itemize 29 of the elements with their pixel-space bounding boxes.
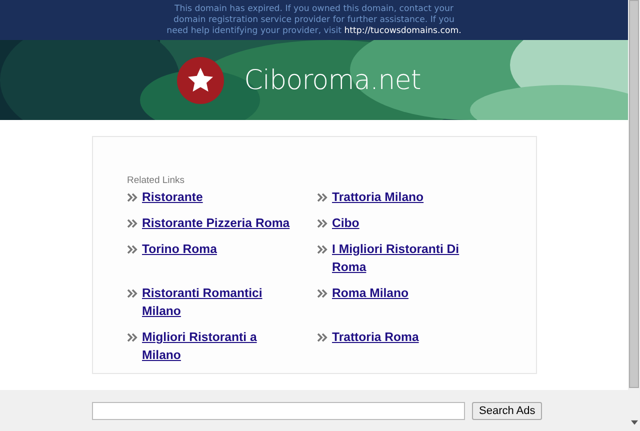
section-heading: Related Links [127, 175, 186, 186]
related-link[interactable]: Torino Roma [142, 240, 217, 258]
site-title: Ciboroma.net [244, 64, 421, 96]
related-link[interactable]: Migliori Ristoranti a Milano [142, 328, 292, 364]
scrollbar[interactable] [628, 0, 640, 431]
search-ads-button[interactable]: Search Ads [472, 402, 542, 420]
related-link[interactable]: Trattoria Roma [332, 328, 419, 346]
star-logo-icon [177, 56, 224, 104]
double-chevron-icon [127, 219, 138, 228]
related-link[interactable]: Ristorante [142, 188, 203, 206]
double-chevron-icon [127, 245, 138, 254]
expiry-notice: This domain has expired. If you owned this domain, contact your domain registration service provider for further assistance. If you need help identifying your provider, visit http://tucowsdomains.com. [166, 4, 462, 36]
double-chevron-icon [317, 289, 328, 298]
search-field[interactable] [92, 402, 465, 420]
double-chevron-icon [317, 193, 328, 202]
double-chevron-icon [317, 245, 328, 254]
double-chevron-icon [127, 289, 138, 298]
double-chevron-icon [127, 193, 138, 202]
related-link[interactable]: I Migliori Ristoranti Di Roma [332, 240, 482, 276]
double-chevron-icon [317, 333, 328, 342]
related-link[interactable]: Ristorante Pizzeria Roma [142, 214, 290, 232]
related-link[interactable]: Cibo [332, 214, 360, 232]
related-link[interactable]: Roma Milano [332, 284, 409, 302]
double-chevron-icon [127, 333, 138, 342]
provider-link[interactable]: http://tucowsdomains.com. [344, 26, 462, 36]
related-link[interactable]: Trattoria Milano [332, 188, 424, 206]
double-chevron-icon [317, 219, 328, 228]
scroll-down-icon[interactable] [630, 420, 638, 425]
related-link[interactable]: Ristoranti Romantici Milano [142, 284, 292, 320]
